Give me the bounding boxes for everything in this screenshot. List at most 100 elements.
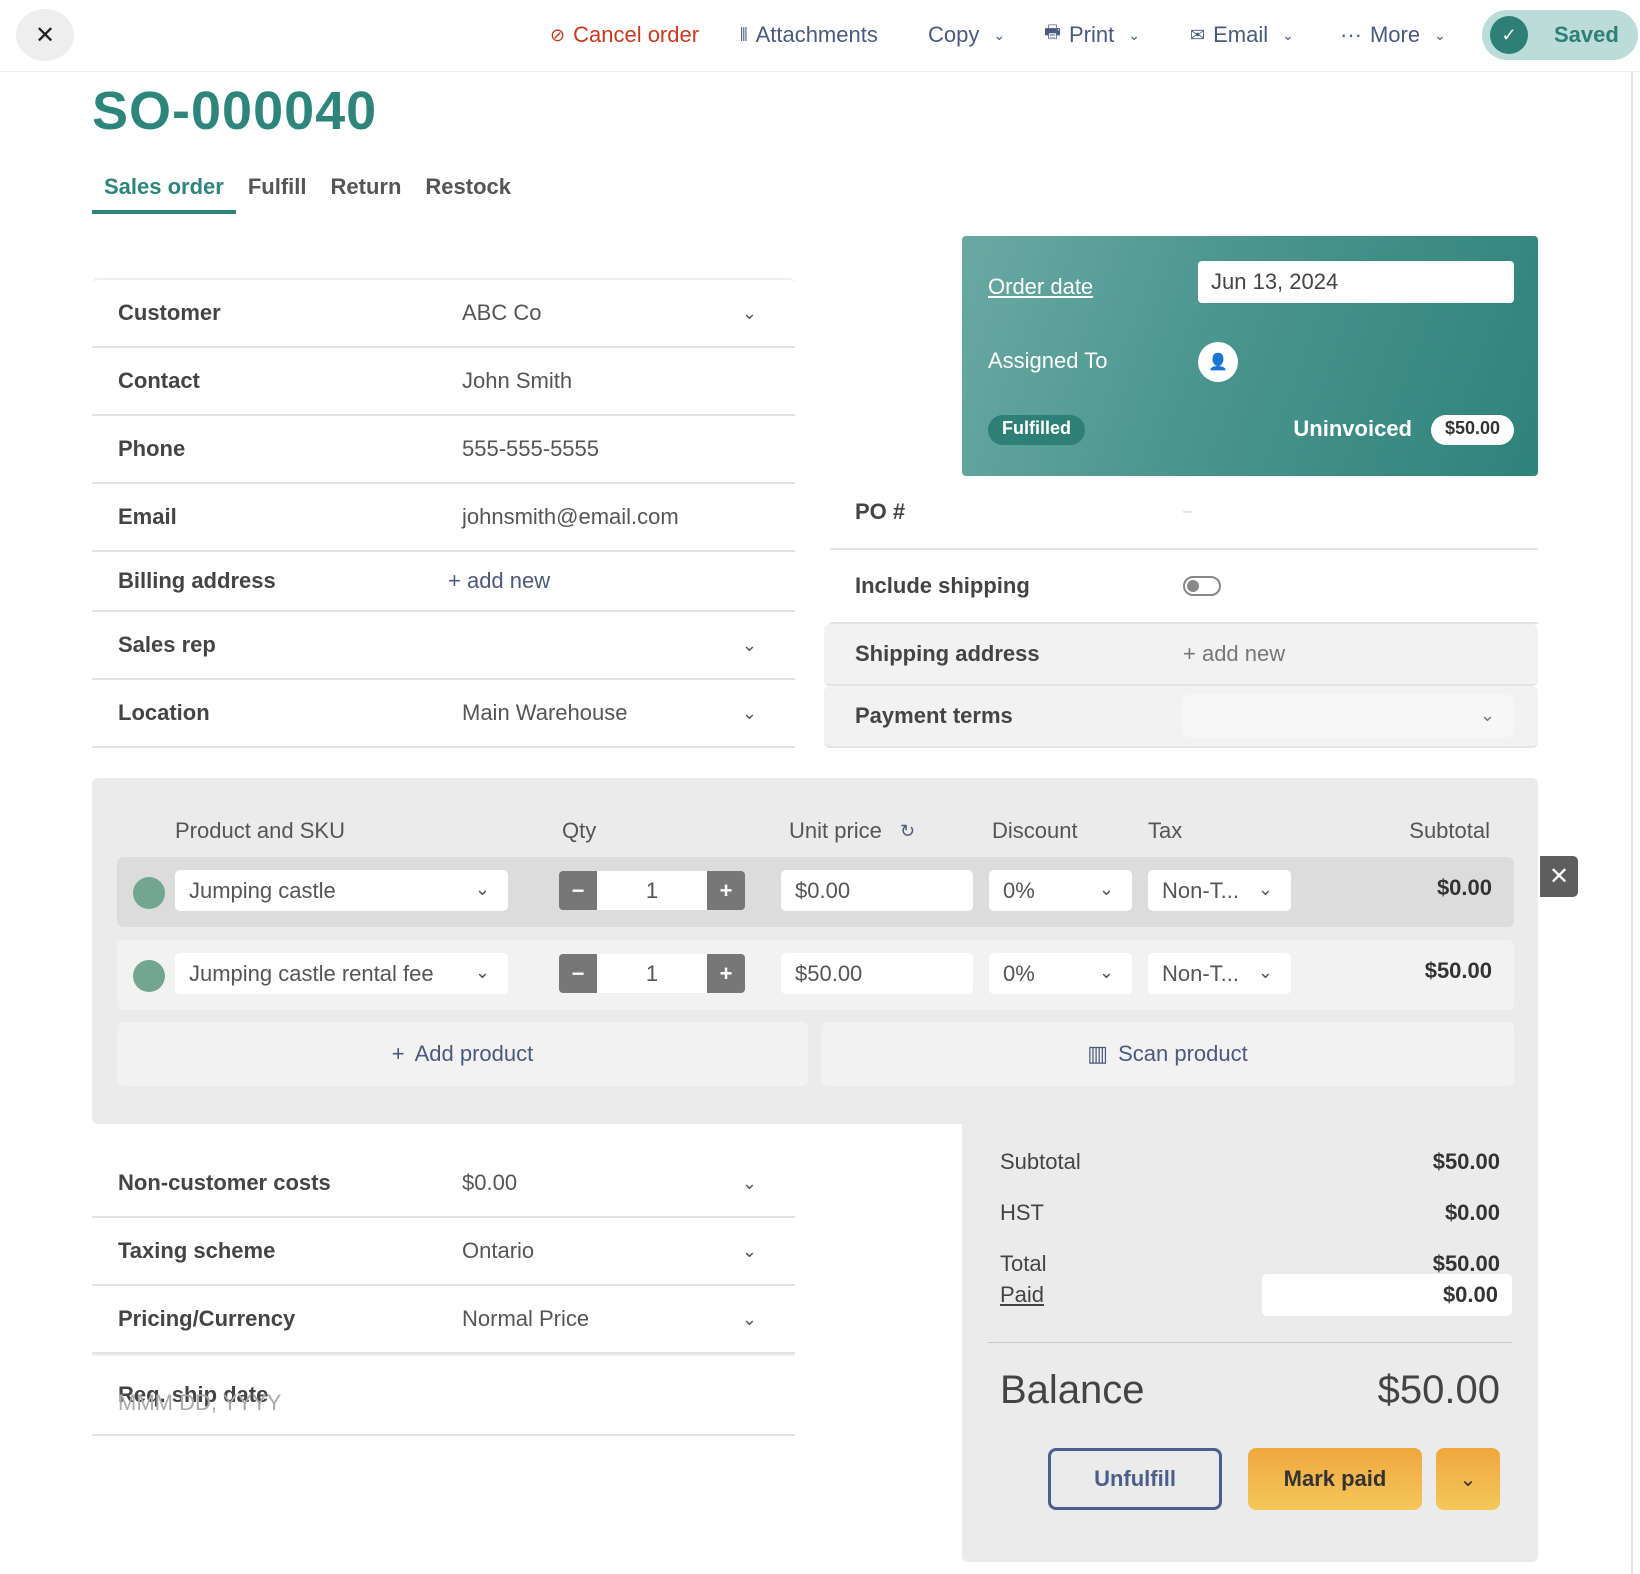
- po-value[interactable]: –: [1183, 503, 1192, 521]
- close-button[interactable]: ✕: [16, 9, 74, 61]
- product-select[interactable]: Jumping castle rental fee ⌄: [175, 953, 508, 994]
- include-shipping-toggle[interactable]: [1183, 576, 1221, 596]
- subtotal-row: Subtotal $50.00: [1000, 1142, 1500, 1182]
- po-number-field[interactable]: PO # –: [830, 476, 1538, 550]
- order-date-label[interactable]: Order date: [988, 274, 1093, 300]
- envelope-icon: ✉: [1190, 24, 1206, 45]
- non-customer-costs-field[interactable]: Non-customer costs $0.00 ⌄: [92, 1150, 795, 1218]
- balance-value: $50.00: [1377, 1368, 1500, 1412]
- chevron-down-icon: ⌄: [1098, 879, 1114, 899]
- qty-increment-button[interactable]: +: [707, 954, 745, 993]
- chevron-down-icon[interactable]: ⌄: [742, 635, 757, 656]
- chevron-down-icon[interactable]: ⌄: [742, 703, 757, 724]
- tab-fulfill[interactable]: Fulfill: [236, 170, 319, 214]
- tab-restock[interactable]: Restock: [413, 170, 523, 214]
- pricing-currency-field[interactable]: Pricing/Currency Normal Price ⌄: [92, 1286, 795, 1354]
- page-title: SO-000040: [92, 81, 378, 141]
- po-label: PO #: [855, 499, 906, 524]
- refresh-prices-icon[interactable]: ↻: [900, 821, 915, 842]
- add-shipping-address-link[interactable]: + add new: [1183, 641, 1285, 667]
- paid-input[interactable]: $0.00: [1262, 1274, 1512, 1316]
- tax-value: Non-T...: [1162, 961, 1240, 986]
- chevron-down-icon[interactable]: ⌄: [742, 1241, 757, 1262]
- customer-value[interactable]: ABC Co: [462, 300, 541, 326]
- check-icon: ✓: [1490, 16, 1528, 54]
- customer-field[interactable]: Customer ABC Co ⌄: [92, 280, 795, 348]
- chevron-down-icon: ⌄: [1459, 1468, 1477, 1491]
- unfulfill-button[interactable]: Unfulfill: [1048, 1448, 1222, 1510]
- more-actions-dropdown-button[interactable]: ⌄: [1436, 1448, 1500, 1510]
- sales-rep-field[interactable]: Sales rep ⌄: [92, 612, 795, 680]
- tax-select[interactable]: Non-T... ⌄: [1148, 870, 1291, 911]
- scan-product-label: Scan product: [1118, 1041, 1248, 1066]
- chevron-down-icon[interactable]: ⌄: [742, 1309, 757, 1330]
- req-ship-date-field[interactable]: Req. ship date MMM DD, YYYY: [92, 1354, 795, 1436]
- product-select[interactable]: Jumping castle ⌄: [175, 870, 508, 911]
- unit-price-input[interactable]: $0.00: [781, 870, 973, 911]
- taxing-scheme-field[interactable]: Taxing scheme Ontario ⌄: [92, 1218, 795, 1286]
- tax-select[interactable]: Non-T... ⌄: [1148, 953, 1291, 994]
- remove-line-item-button[interactable]: ✕: [1540, 856, 1578, 897]
- paid-row: Paid: [1000, 1275, 1044, 1315]
- chevron-down-icon[interactable]: ⌄: [742, 1173, 757, 1194]
- tab-sales-order[interactable]: Sales order: [92, 170, 236, 214]
- tab-return[interactable]: Return: [319, 170, 414, 214]
- payment-terms-select[interactable]: ⌄: [1183, 695, 1513, 737]
- balance-row: Balance $50.00: [1000, 1368, 1500, 1413]
- chevron-down-icon: ⌄: [993, 26, 1006, 43]
- chevron-down-icon: ⌄: [1479, 705, 1495, 725]
- non-customer-costs-value[interactable]: $0.00: [462, 1170, 517, 1196]
- contact-field[interactable]: Contact John Smith: [92, 348, 795, 416]
- scan-product-button[interactable]: ▥ Scan product: [821, 1022, 1514, 1086]
- printer-icon: 🖶: [1044, 22, 1061, 42]
- email-field[interactable]: Email johnsmith@email.com: [92, 484, 795, 552]
- order-date-input[interactable]: Jun 13, 2024: [1198, 261, 1514, 303]
- field-label: Taxing scheme: [118, 1238, 276, 1263]
- assign-user-button[interactable]: 👤: [1198, 342, 1238, 382]
- print-label: Print: [1069, 22, 1115, 47]
- hst-value: $0.00: [1444, 1200, 1500, 1225]
- cancel-order-button[interactable]: ⊘ Cancel order: [550, 20, 699, 50]
- vertical-scrollbar[interactable]: [1631, 72, 1633, 1574]
- phone-field[interactable]: Phone 555-555-5555: [92, 416, 795, 484]
- uninvoiced-label: Uninvoiced: [1293, 416, 1412, 441]
- req-ship-date-input[interactable]: MMM DD, YYYY: [118, 1390, 281, 1416]
- qty-increment-button[interactable]: +: [707, 871, 745, 910]
- add-billing-address-link[interactable]: + add new: [448, 568, 550, 594]
- saved-status: ✓ Saved: [1482, 10, 1638, 60]
- pricing-currency-value[interactable]: Normal Price: [462, 1306, 589, 1332]
- qty-input[interactable]: 1: [597, 954, 707, 993]
- copy-menu-button[interactable]: Copy ⌄: [928, 20, 1005, 50]
- email-menu-button[interactable]: ✉ Email ⌄: [1190, 20, 1294, 50]
- item-status-dot: [133, 877, 165, 909]
- print-menu-button[interactable]: 🖶 Print ⌄: [1044, 20, 1140, 50]
- mark-paid-button[interactable]: Mark paid: [1248, 1448, 1422, 1510]
- taxing-scheme-value[interactable]: Ontario: [462, 1238, 534, 1264]
- location-field[interactable]: Location Main Warehouse ⌄: [92, 680, 795, 748]
- add-product-button[interactable]: + Add product: [117, 1022, 808, 1086]
- cancel-order-label: Cancel order: [573, 22, 700, 47]
- qty-decrement-button[interactable]: −: [559, 871, 597, 910]
- email-value[interactable]: johnsmith@email.com: [462, 504, 679, 530]
- tab-bar: Sales order Fulfill Return Restock: [92, 170, 523, 214]
- qty-decrement-button[interactable]: −: [559, 954, 597, 993]
- unit-price-input[interactable]: $50.00: [781, 953, 973, 994]
- uninvoiced-amount: $50.00: [1430, 415, 1514, 445]
- more-menu-button[interactable]: ··· More ⌄: [1340, 20, 1446, 50]
- shipping-address-field: Shipping address + add new: [824, 624, 1538, 686]
- chevron-down-icon[interactable]: ⌄: [742, 303, 757, 324]
- paid-label[interactable]: Paid: [1000, 1282, 1044, 1308]
- attachments-button[interactable]: ⫴ Attachments: [740, 20, 878, 50]
- location-value[interactable]: Main Warehouse: [462, 700, 627, 726]
- assigned-to-label: Assigned To: [988, 348, 1108, 373]
- discount-select[interactable]: 0% ⌄: [989, 870, 1132, 911]
- line-item-row: Jumping castle ⌄ − 1 + $0.00 0% ⌄ Non-T...…: [117, 857, 1514, 927]
- phone-value[interactable]: 555-555-5555: [462, 436, 599, 462]
- chevron-down-icon: ⌄: [474, 879, 490, 899]
- qty-input[interactable]: 1: [597, 871, 707, 910]
- include-shipping-label: Include shipping: [855, 573, 1030, 598]
- chevron-down-icon: ⌄: [474, 962, 490, 982]
- discount-select[interactable]: 0% ⌄: [989, 953, 1132, 994]
- add-product-label: Add product: [414, 1041, 534, 1066]
- contact-value[interactable]: John Smith: [462, 368, 572, 394]
